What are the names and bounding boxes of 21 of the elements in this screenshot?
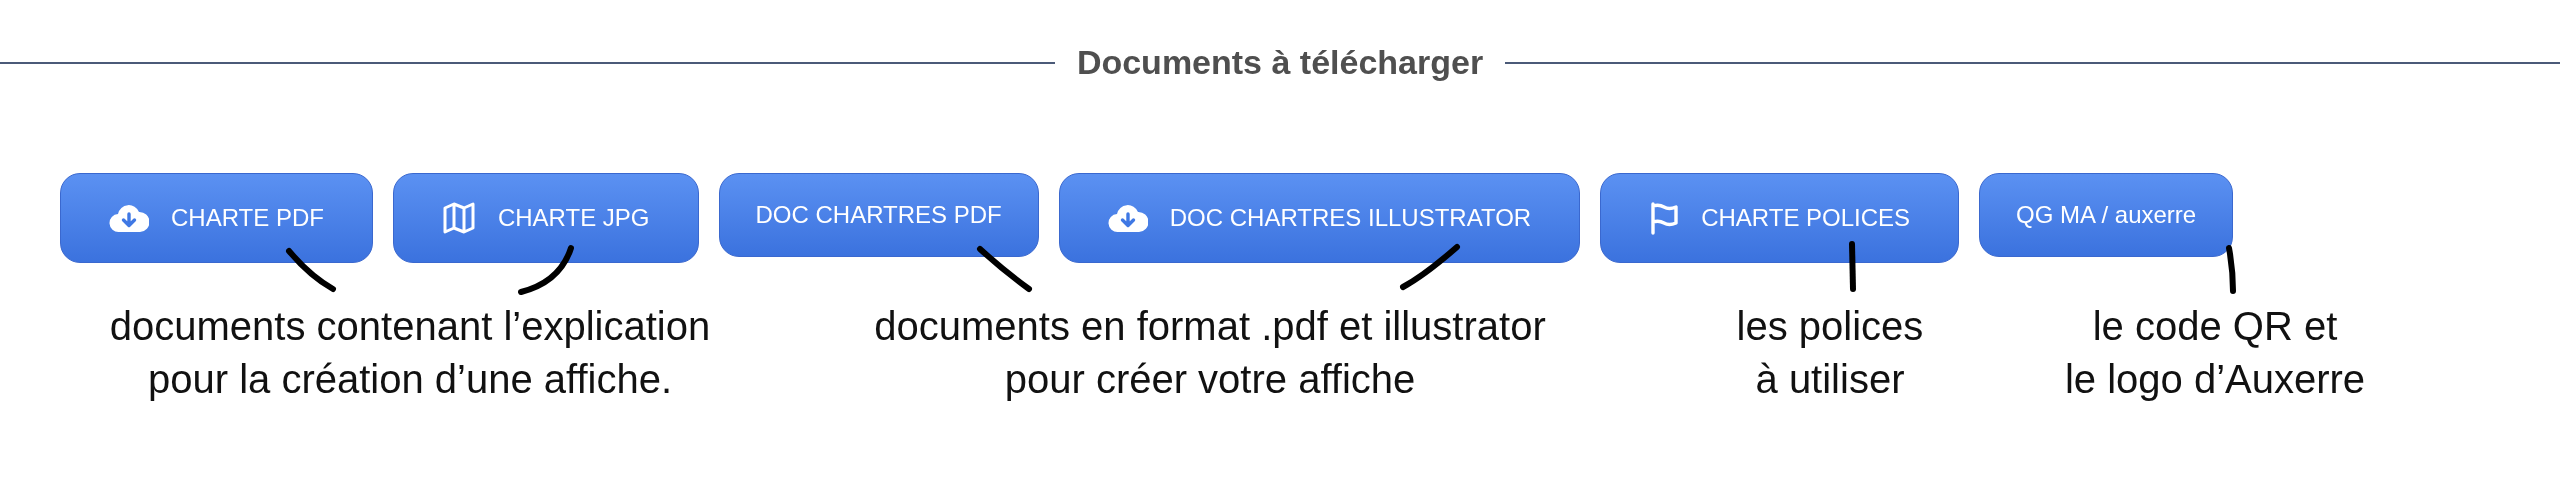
cloud-download-icon: [109, 203, 149, 233]
annotation-text: le code QR et le logo d’Auxerre: [2063, 303, 2367, 403]
download-button[interactable]: QG MA / auxerre: [1979, 173, 2234, 257]
cloud-download-icon: [1107, 203, 1148, 233]
leader-line: [1400, 244, 1460, 290]
leader-line: [286, 248, 336, 292]
annotation-text: documents contenant l’explication pour la création d’une affiche.: [108, 303, 712, 403]
download-button[interactable]: CHARTE POLICES: [1600, 173, 1960, 263]
leader-line: [518, 245, 574, 295]
download-button[interactable]: CHARTE PDF: [60, 173, 373, 263]
section-title: Documents à télécharger: [1076, 43, 1484, 82]
leader-line: [1849, 241, 1856, 292]
leader-line: [977, 246, 1032, 292]
map-icon: [441, 201, 476, 235]
download-button[interactable]: DOC CHARTRES ILLUSTRATOR: [1058, 173, 1581, 263]
annotation-text: les polices à utiliser: [1735, 303, 1925, 403]
leader-line: [2226, 245, 2236, 294]
download-button[interactable]: DOC CHARTRES PDF: [718, 173, 1039, 257]
annotation-text: documents en format .pdf et illustrator pour créer votre affiche: [873, 303, 1547, 403]
flag-icon: [1649, 201, 1680, 235]
download-button[interactable]: CHARTE JPG: [392, 173, 699, 263]
